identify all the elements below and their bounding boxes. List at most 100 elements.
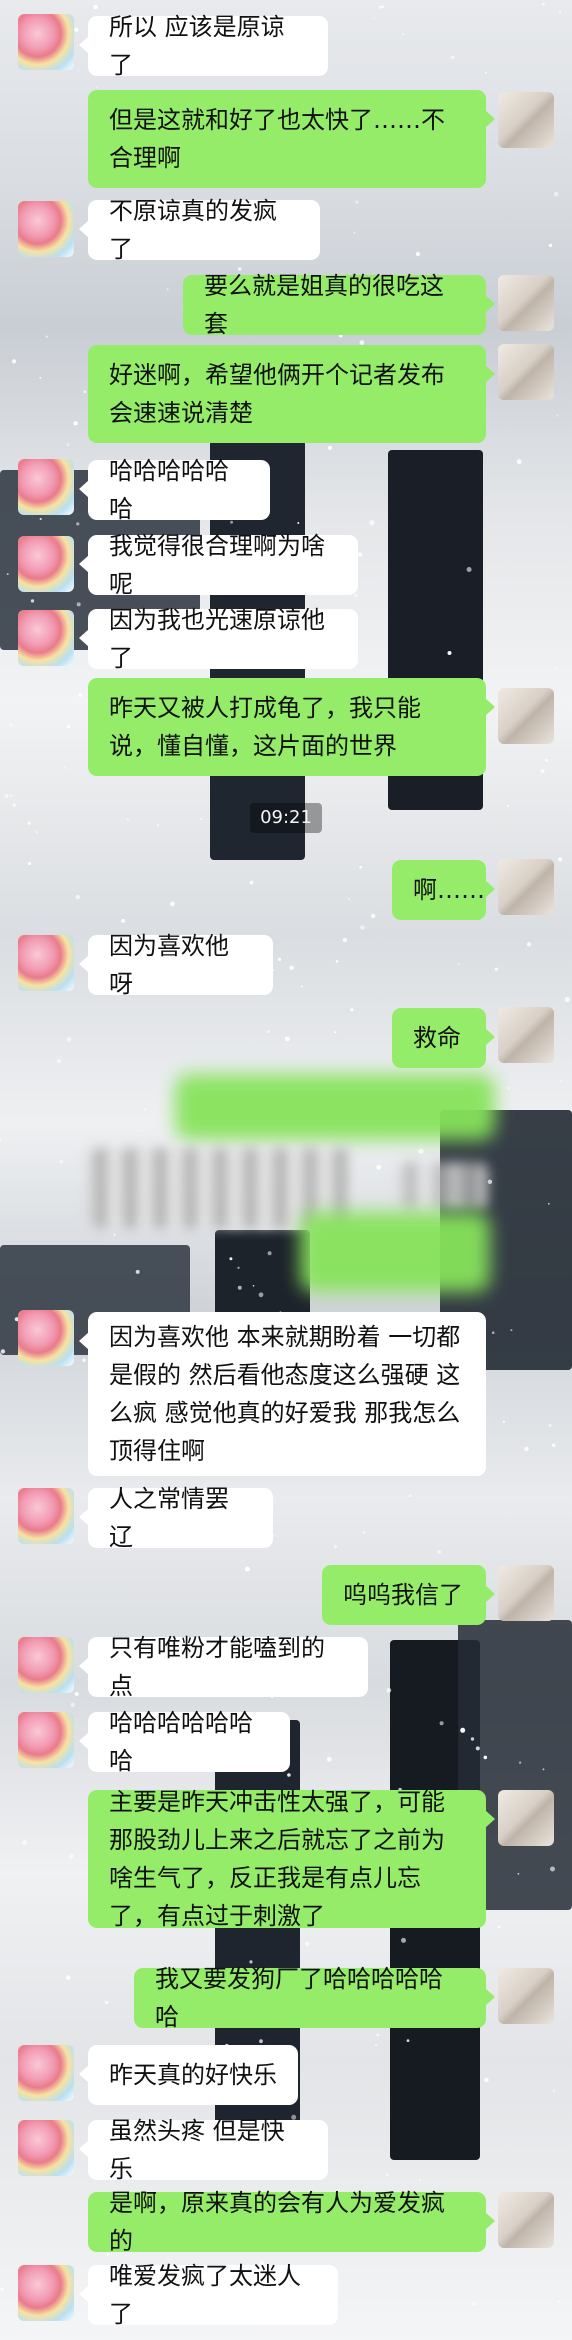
my-avatar[interactable] bbox=[498, 688, 554, 744]
snowflake bbox=[415, 251, 421, 257]
snowflake bbox=[284, 1036, 290, 1042]
snowflake bbox=[75, 894, 81, 900]
snowflake bbox=[156, 823, 160, 827]
outgoing-message[interactable]: 救命 bbox=[392, 1008, 495, 1068]
my-avatar[interactable] bbox=[498, 859, 554, 915]
snowflake bbox=[359, 865, 362, 869]
contact-avatar[interactable] bbox=[18, 1712, 74, 1768]
snowflake bbox=[289, 965, 294, 970]
snowflake bbox=[542, 2, 545, 6]
snowflake bbox=[70, 1702, 76, 1707]
incoming-message[interactable]: 因为我也光速原谅他了 bbox=[79, 606, 358, 672]
snowflake bbox=[471, 2301, 477, 2306]
redacted-message bbox=[300, 1212, 490, 1292]
snowflake bbox=[485, 72, 487, 74]
snowflake bbox=[333, 1544, 338, 1549]
my-avatar[interactable] bbox=[498, 2192, 554, 2248]
snowflake bbox=[82, 1358, 86, 1362]
outgoing-message[interactable]: 要么就是姐真的很吃这套 bbox=[183, 272, 495, 338]
snowflake bbox=[249, 880, 254, 885]
snowflake bbox=[83, 390, 87, 394]
snowflake bbox=[350, 1008, 354, 1012]
outgoing-message[interactable]: 昨天又被人打成龟了，我只能说，懂自懂，这片面的世界 bbox=[88, 678, 495, 776]
contact-avatar[interactable] bbox=[18, 2265, 74, 2321]
my-avatar[interactable] bbox=[498, 1968, 554, 2024]
snowflake bbox=[28, 861, 32, 866]
snowflake bbox=[564, 997, 570, 1002]
snowflake bbox=[408, 1494, 412, 1497]
outgoing-message[interactable]: 呜呜我信了 bbox=[322, 1565, 495, 1625]
snowflake bbox=[557, 857, 563, 862]
snowflake bbox=[335, 960, 339, 963]
snowflake bbox=[74, 27, 79, 32]
my-avatar[interactable] bbox=[498, 275, 554, 331]
snowflake bbox=[556, 414, 559, 417]
my-avatar[interactable] bbox=[498, 1565, 554, 1621]
snowflake bbox=[451, 55, 455, 60]
contact-avatar[interactable] bbox=[18, 1310, 74, 1366]
outgoing-message[interactable]: 主要是昨天冲击性太强了，可能那股劲儿上来之后就忘了之前为啥生气了，反正我是有点儿… bbox=[88, 1788, 495, 1930]
contact-avatar[interactable] bbox=[18, 2045, 74, 2101]
contact-avatar[interactable] bbox=[18, 1637, 74, 1693]
snowflake bbox=[360, 925, 365, 930]
outgoing-message[interactable]: 啊…… bbox=[392, 860, 495, 920]
incoming-message[interactable]: 因为喜欢他 本来就期盼着 一切都是假的 然后看他态度这么强硬 这么疯 感觉他真的… bbox=[79, 1312, 486, 1476]
contact-avatar[interactable] bbox=[18, 2120, 74, 2176]
contact-avatar[interactable] bbox=[18, 14, 74, 70]
outgoing-message[interactable]: 是啊，原来真的会有人为爱发疯的 bbox=[88, 2189, 495, 2255]
snowflake bbox=[418, 1148, 424, 1154]
incoming-message[interactable]: 因为喜欢他呀 bbox=[79, 932, 273, 998]
contact-avatar[interactable] bbox=[18, 459, 74, 515]
snowflake bbox=[9, 723, 13, 727]
snowflake bbox=[524, 1446, 529, 1452]
snowflake bbox=[552, 1443, 556, 1447]
snowflake bbox=[363, 1531, 366, 1534]
incoming-message[interactable]: 所以 应该是原谅了 bbox=[79, 13, 328, 79]
incoming-message[interactable]: 我觉得很合理啊为啥呢 bbox=[79, 532, 358, 598]
snowflake bbox=[0, 2287, 5, 2292]
contact-avatar[interactable] bbox=[18, 935, 74, 991]
snowflake bbox=[437, 1550, 441, 1554]
chat-area[interactable]: 09:21 所以 应该是原谅了 但是这就和好了也太快了……不合理啊 不原谅真的发疯了… bbox=[0, 0, 572, 2340]
incoming-message[interactable]: 虽然头疼 但是快乐 bbox=[79, 2117, 328, 2183]
snowflake bbox=[12, 803, 16, 807]
incoming-message[interactable]: 昨天真的好快乐 bbox=[79, 2045, 298, 2105]
incoming-message[interactable]: 不原谅真的发疯了 bbox=[79, 197, 320, 263]
snowflake bbox=[0, 1138, 2, 1142]
incoming-message[interactable]: 哈哈哈哈哈哈哈 bbox=[79, 1709, 290, 1775]
my-avatar[interactable] bbox=[498, 344, 554, 400]
snowflake bbox=[39, 376, 42, 379]
snowflake bbox=[555, 667, 558, 670]
snowflake bbox=[66, 1975, 71, 1980]
redacted-message bbox=[175, 1074, 495, 1140]
snowflake bbox=[417, 1150, 421, 1153]
outgoing-message[interactable]: 我又要发狗厂了哈哈哈哈哈哈 bbox=[134, 1965, 495, 2031]
snowflake bbox=[22, 1840, 28, 1846]
contact-avatar[interactable] bbox=[18, 536, 74, 592]
contact-avatar[interactable] bbox=[18, 201, 74, 257]
my-avatar[interactable] bbox=[498, 1007, 554, 1063]
snowflake bbox=[45, 335, 48, 338]
outgoing-message[interactable]: 好迷啊，希望他俩开个记者发布会速速说清楚 bbox=[88, 345, 495, 443]
snowflake bbox=[59, 1160, 63, 1164]
snowflake bbox=[507, 1086, 511, 1090]
incoming-message[interactable]: 人之常情罢辽 bbox=[79, 1485, 273, 1551]
incoming-message[interactable]: 哈哈哈哈哈哈 bbox=[79, 457, 270, 523]
my-avatar[interactable] bbox=[498, 92, 554, 148]
snowflake bbox=[502, 1420, 505, 1423]
snowflake bbox=[326, 1756, 332, 1762]
incoming-message[interactable]: 只有唯粉才能嗑到的点 bbox=[79, 1634, 368, 1700]
contact-avatar[interactable] bbox=[18, 1488, 74, 1544]
snowflake bbox=[552, 2089, 555, 2092]
outgoing-message[interactable]: 但是这就和好了也太快了……不合理啊 bbox=[88, 90, 495, 188]
snowflake bbox=[376, 1164, 382, 1170]
snowflake bbox=[497, 1925, 501, 1929]
snowflake bbox=[93, 4, 98, 10]
my-avatar[interactable] bbox=[498, 1790, 554, 1846]
snowflake bbox=[357, 552, 363, 557]
snowflake bbox=[370, 913, 376, 919]
incoming-message[interactable]: 唯爱发疯了太迷人了 bbox=[79, 2262, 338, 2328]
contact-avatar[interactable] bbox=[18, 610, 74, 666]
snowflake bbox=[557, 2300, 561, 2304]
snowflake bbox=[73, 421, 78, 426]
